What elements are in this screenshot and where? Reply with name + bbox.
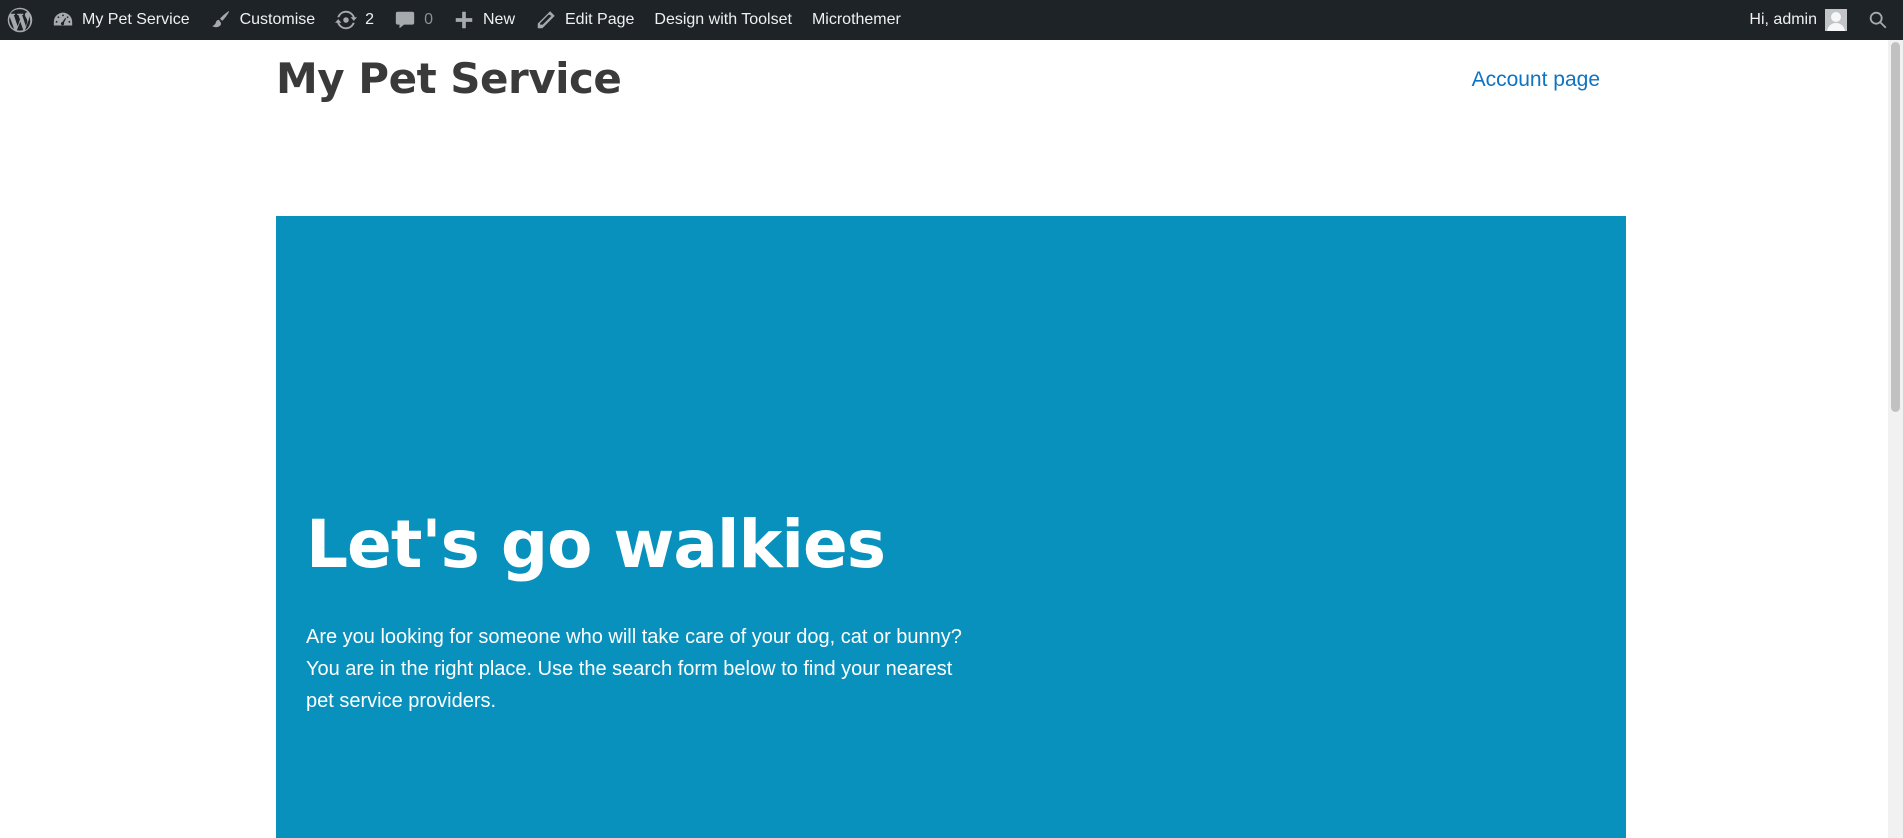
admin-bar-right: Hi, admin [1739, 0, 1903, 40]
wordpress-logo-icon [6, 6, 34, 34]
hero-title: Let's go walkies [306, 506, 886, 583]
hero-section: Let's go walkies Are you looking for som… [276, 216, 1626, 838]
admin-bar-left: My Pet Service Customise 2 0 New Edit Pa… [0, 0, 911, 40]
site-title[interactable]: My Pet Service [276, 54, 622, 103]
account-menu[interactable]: Hi, admin [1739, 0, 1857, 40]
greeting-label: Hi, admin [1749, 11, 1817, 28]
updates-count: 2 [365, 11, 375, 28]
new-label: New [482, 11, 515, 28]
updates-button[interactable]: 2 [325, 0, 384, 40]
dashboard-icon [52, 9, 74, 31]
new-content-button[interactable]: New [443, 0, 525, 40]
admin-bar: My Pet Service Customise 2 0 New Edit Pa… [0, 0, 1903, 40]
site-name-menu[interactable]: My Pet Service [42, 0, 200, 40]
design-with-toolset-label: Design with Toolset [654, 11, 792, 28]
wordpress-menu[interactable] [0, 0, 42, 40]
comments-button[interactable]: 0 [384, 0, 443, 40]
comment-icon [394, 9, 416, 31]
microthemer-button[interactable]: Microthemer [802, 0, 911, 40]
site-header: My Pet Service Account page [276, 40, 1626, 164]
microthemer-label: Microthemer [811, 11, 901, 28]
comments-count: 0 [424, 11, 433, 28]
customise-button[interactable]: Customise [200, 0, 326, 40]
customise-label: Customise [239, 11, 316, 28]
search-icon [1867, 9, 1889, 31]
plus-icon [453, 9, 475, 31]
admin-search-button[interactable] [1857, 0, 1903, 40]
design-with-toolset-button[interactable]: Design with Toolset [644, 0, 802, 40]
site-name-label: My Pet Service [82, 11, 190, 28]
edit-page-label: Edit Page [565, 11, 635, 28]
edit-page-button[interactable]: Edit Page [525, 0, 644, 40]
nav-link-account-page[interactable]: Account page [1472, 68, 1600, 92]
avatar [1825, 9, 1847, 31]
pencil-icon [535, 9, 557, 31]
updates-icon [335, 9, 358, 31]
hero-description: Are you looking for someone who will tak… [306, 626, 962, 712]
page-scrollbar[interactable] [1888, 40, 1903, 838]
scrollbar-thumb[interactable] [1891, 42, 1900, 412]
brush-icon [210, 9, 232, 31]
